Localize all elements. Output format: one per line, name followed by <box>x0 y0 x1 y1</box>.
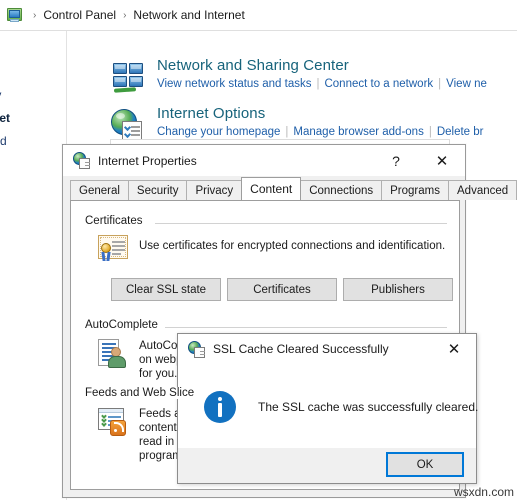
control-panel-folder-icon <box>6 7 24 23</box>
tab-strip: General Security Privacy Content Connect… <box>70 177 517 200</box>
certificate-icon <box>97 235 129 265</box>
tab-connections[interactable]: Connections <box>300 180 383 200</box>
messagebox-footer: OK <box>178 448 476 483</box>
group-divider <box>165 327 447 328</box>
feeds-rss-icon <box>97 407 129 437</box>
group-certificates: Certificates Use certificates for encryp… <box>85 215 453 315</box>
publishers-button[interactable]: Publishers <box>343 278 453 301</box>
feeds-description-line-3: read in I <box>139 436 181 448</box>
watermark: wsxdn.com <box>453 485 514 499</box>
dialog-title: Internet Properties <box>98 153 197 168</box>
feeds-description-line-4: program <box>139 450 182 462</box>
feeds-description-line-2: content <box>139 422 177 434</box>
messagebox-title-bar[interactable]: SSL Cache Cleared Successfully ✕ <box>178 334 476 364</box>
category-title[interactable]: Internet Options <box>157 105 265 122</box>
group-divider <box>155 223 447 224</box>
link-separator: | <box>428 126 432 138</box>
tab-privacy[interactable]: Privacy <box>186 180 243 200</box>
screen: › Control Panel › Network and Internet H… <box>0 0 517 500</box>
ssl-cache-cleared-messagebox: SSL Cache Cleared Successfully ✕ The SSL… <box>177 333 479 484</box>
tab-content[interactable]: Content <box>241 177 302 200</box>
internet-properties-icon <box>73 152 90 169</box>
group-label-feeds: Feeds and Web Slice <box>85 387 201 399</box>
sidebar-item-hardware-and-sound[interactable]: l Sound <box>0 134 7 148</box>
link-separator: | <box>438 78 442 90</box>
link-connect-to-a-network[interactable]: Connect to a network <box>324 78 433 90</box>
tab-advanced[interactable]: Advanced <box>448 180 517 200</box>
link-manage-browser-add-ons[interactable]: Manage browser add-ons <box>293 126 423 138</box>
category-links: Change your homepage | Manage browser add-… <box>157 126 484 138</box>
internet-properties-icon <box>188 340 205 358</box>
tab-general[interactable]: General <box>70 180 129 200</box>
network-monitors-icon <box>108 59 148 99</box>
link-delete-browsing-history[interactable]: Delete br <box>437 126 484 138</box>
link-change-your-homepage[interactable]: Change your homepage <box>157 126 280 138</box>
dialog-title-bar[interactable]: Internet Properties ? ✕ <box>63 145 465 176</box>
group-label-certificates: Certificates <box>85 215 149 227</box>
tab-security[interactable]: Security <box>127 180 188 200</box>
autocomplete-description-line-2: on webp <box>139 354 183 366</box>
tab-programs[interactable]: Programs <box>381 180 449 200</box>
messagebox-message: The SSL cache was successfully cleared. <box>258 400 479 414</box>
messagebox-title: SSL Cache Cleared Successfully <box>213 342 389 356</box>
messagebox-body: The SSL cache was successfully cleared. <box>178 364 479 450</box>
breadcrumb-item-network-and-internet[interactable]: Network and Internet <box>131 7 246 23</box>
certificates-button[interactable]: Certificates <box>227 278 337 301</box>
breadcrumb-item-control-panel[interactable]: Control Panel <box>41 7 118 23</box>
link-view-network-status-and-tasks[interactable]: View network status and tasks <box>157 78 311 90</box>
sidebar: Home ecurity Internet l Sound s nd on gi… <box>0 31 66 500</box>
close-icon[interactable]: ✕ <box>432 334 476 364</box>
breadcrumb-separator-icon: › <box>33 9 37 21</box>
category-links: View network status and tasks | Connect to… <box>157 78 487 90</box>
category-title[interactable]: Network and Sharing Center <box>157 57 349 74</box>
sidebar-item-network-and-internet[interactable]: Internet <box>0 111 10 125</box>
autocomplete-description-line-3: for you. <box>139 368 178 380</box>
autocomplete-person-icon <box>97 339 129 369</box>
link-separator: | <box>285 126 289 138</box>
link-separator: | <box>316 78 320 90</box>
link-view-network-computers[interactable]: View ne <box>446 78 487 90</box>
clear-ssl-state-button[interactable]: Clear SSL state <box>111 278 221 301</box>
ok-button[interactable]: OK <box>386 452 464 477</box>
close-icon[interactable]: ✕ <box>419 145 465 176</box>
sidebar-item-security[interactable]: ecurity <box>0 88 1 102</box>
breadcrumb-separator-icon: › <box>123 9 127 21</box>
address-bar[interactable]: › Control Panel › Network and Internet <box>0 0 517 31</box>
help-button[interactable]: ? <box>373 145 419 176</box>
certificates-description: Use certificates for encrypted connectio… <box>139 240 446 252</box>
group-label-autocomplete: AutoComplete <box>85 319 164 331</box>
information-icon <box>204 391 236 423</box>
